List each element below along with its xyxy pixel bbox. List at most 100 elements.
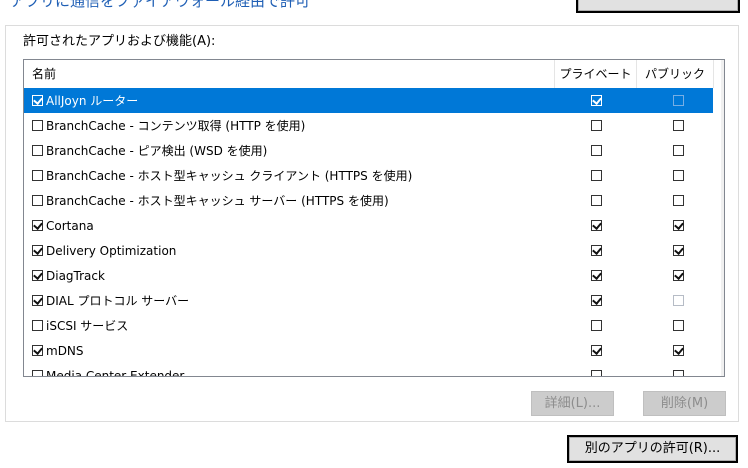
- enable-checkbox[interactable]: [32, 195, 43, 206]
- private-checkbox[interactable]: [590, 120, 602, 131]
- enable-checkbox[interactable]: [32, 295, 43, 306]
- table-row[interactable]: BranchCache - ホスト型キャッシュ クライアント (HTTPS を使…: [24, 163, 713, 188]
- private-checkbox[interactable]: [590, 370, 602, 376]
- private-cell: [586, 263, 606, 288]
- private-checkbox[interactable]: [590, 145, 602, 156]
- table-row[interactable]: DIAL プロトコル サーバー: [24, 288, 713, 313]
- enable-checkbox[interactable]: [32, 370, 43, 376]
- app-name-label: iSCSI サービス: [46, 319, 129, 333]
- enable-checkbox[interactable]: [32, 220, 43, 231]
- table-row[interactable]: iSCSI サービス: [24, 313, 713, 338]
- chevron-down-icon[interactable]: ⌄: [722, 357, 724, 374]
- public-checkbox[interactable]: [672, 345, 684, 356]
- private-checkbox[interactable]: [590, 220, 602, 231]
- public-checkbox[interactable]: [672, 370, 684, 376]
- private-cell: [586, 288, 606, 313]
- public-checkbox[interactable]: [672, 320, 684, 331]
- private-cell: [586, 88, 606, 113]
- public-cell: [668, 363, 688, 376]
- public-checkbox[interactable]: [672, 220, 684, 231]
- private-cell: [586, 313, 606, 338]
- private-checkbox[interactable]: [590, 320, 602, 331]
- enable-checkbox[interactable]: [32, 320, 43, 331]
- allowed-apps-list[interactable]: 名前 プライベート パブリック AllJoyn ルーター BranchCache …: [23, 59, 725, 377]
- name-cell: Media Center Extender: [32, 363, 552, 377]
- private-checkbox[interactable]: [590, 295, 602, 306]
- private-cell: [586, 188, 606, 213]
- public-checkbox[interactable]: [672, 145, 684, 156]
- firewall-allowed-apps-dialog: アプリに通信をファイアウォール経由で許可 許可されたアプリおよび機能(A): 名…: [0, 0, 748, 468]
- app-name-label: BranchCache - コンテンツ取得 (HTTP を使用): [46, 119, 306, 133]
- enable-checkbox[interactable]: [32, 145, 43, 156]
- name-cell: BranchCache - ホスト型キャッシュ クライアント (HTTPS を使…: [32, 163, 552, 188]
- app-name-label: BranchCache - ホスト型キャッシュ クライアント (HTTPS を使…: [46, 169, 413, 183]
- private-cell: [586, 238, 606, 263]
- name-cell: AllJoyn ルーター: [32, 88, 552, 113]
- table-row[interactable]: DiagTrack: [24, 263, 713, 288]
- table-row[interactable]: mDNS: [24, 338, 713, 363]
- public-cell: [668, 338, 688, 363]
- column-header-public[interactable]: パブリック: [636, 60, 714, 88]
- public-checkbox[interactable]: [672, 120, 684, 131]
- list-rows: AllJoyn ルーター BranchCache - コンテンツ取得 (HTTP …: [24, 88, 713, 377]
- private-cell: [586, 363, 606, 376]
- public-checkbox[interactable]: [672, 170, 684, 181]
- public-cell: [668, 138, 688, 163]
- app-name-label: DiagTrack: [46, 268, 105, 283]
- app-name-label: AllJoyn ルーター: [46, 94, 139, 108]
- enable-checkbox[interactable]: [32, 245, 43, 256]
- private-checkbox[interactable]: [590, 170, 602, 181]
- private-checkbox[interactable]: [590, 195, 602, 206]
- app-name-label: Media Center Extender: [46, 368, 185, 377]
- private-checkbox[interactable]: [590, 345, 602, 356]
- details-button[interactable]: 詳細(L)...: [531, 391, 614, 416]
- public-cell: [668, 88, 688, 113]
- allow-another-app-button[interactable]: 別のアプリの許可(R)...: [567, 435, 738, 463]
- column-header-name[interactable]: 名前: [32, 60, 552, 88]
- private-checkbox[interactable]: [590, 270, 602, 281]
- enable-checkbox[interactable]: [32, 345, 43, 356]
- table-row[interactable]: Cortana: [24, 213, 713, 238]
- column-header-private[interactable]: プライベート: [554, 60, 636, 88]
- name-cell: Cortana: [32, 213, 552, 238]
- enable-checkbox[interactable]: [32, 95, 43, 106]
- table-row[interactable]: Delivery Optimization: [24, 238, 713, 263]
- table-row[interactable]: AllJoyn ルーター: [24, 88, 713, 113]
- table-row[interactable]: BranchCache - コンテンツ取得 (HTTP を使用): [24, 113, 713, 138]
- name-cell: DiagTrack: [32, 263, 552, 288]
- change-settings-button[interactable]: [576, 0, 740, 13]
- name-cell: Delivery Optimization: [32, 238, 552, 263]
- allowed-apps-label: 許可されたアプリおよび機能(A):: [23, 34, 216, 49]
- enable-checkbox[interactable]: [32, 270, 43, 281]
- private-cell: [586, 113, 606, 138]
- delete-button[interactable]: 削除(M): [643, 391, 726, 416]
- public-cell: [668, 213, 688, 238]
- public-cell: [668, 313, 688, 338]
- name-cell: BranchCache - ピア検出 (WSD を使用): [32, 138, 552, 163]
- private-cell: [586, 138, 606, 163]
- public-cell: [668, 288, 688, 313]
- table-row[interactable]: Media Center Extender: [24, 363, 713, 377]
- public-checkbox: [672, 295, 684, 306]
- table-row[interactable]: BranchCache - ピア検出 (WSD を使用): [24, 138, 713, 163]
- app-name-label: Delivery Optimization: [46, 243, 177, 258]
- public-checkbox[interactable]: [672, 245, 684, 256]
- table-row[interactable]: BranchCache - ホスト型キャッシュ サーバー (HTTPS を使用): [24, 188, 713, 213]
- private-cell: [586, 213, 606, 238]
- app-name-label: DIAL プロトコル サーバー: [46, 294, 190, 308]
- name-cell: BranchCache - ホスト型キャッシュ サーバー (HTTPS を使用): [32, 188, 552, 213]
- public-checkbox[interactable]: [672, 195, 684, 206]
- chevron-up-icon[interactable]: ⌃: [722, 64, 724, 81]
- private-cell: [586, 163, 606, 188]
- enable-checkbox[interactable]: [32, 120, 43, 131]
- public-checkbox[interactable]: [672, 270, 684, 281]
- app-name-label: Cortana: [46, 218, 94, 233]
- vertical-scrollbar[interactable]: ⌃ ⌄: [721, 60, 724, 376]
- name-cell: DIAL プロトコル サーバー: [32, 288, 552, 313]
- name-cell: iSCSI サービス: [32, 313, 552, 338]
- public-cell: [668, 163, 688, 188]
- enable-checkbox[interactable]: [32, 170, 43, 181]
- private-cell: [586, 338, 606, 363]
- private-checkbox[interactable]: [590, 245, 602, 256]
- private-checkbox[interactable]: [590, 95, 602, 106]
